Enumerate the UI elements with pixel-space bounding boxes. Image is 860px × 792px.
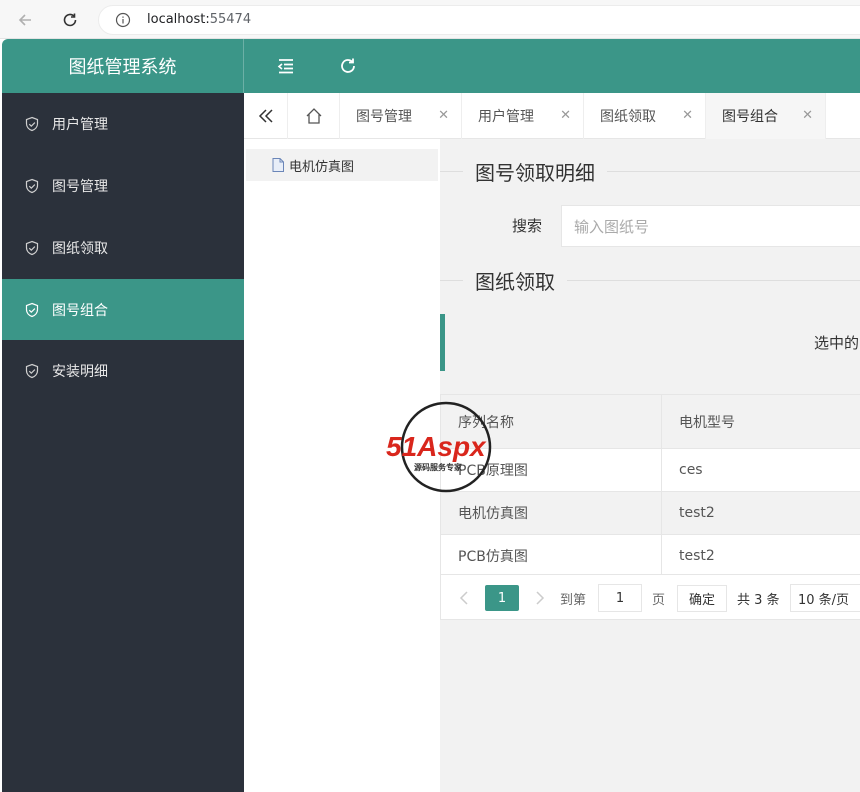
watermark-circle-icon: 51Aspx 源码服务专家	[386, 401, 492, 493]
table-cell: test2	[661, 491, 860, 535]
notice-box	[450, 314, 860, 371]
document-icon	[272, 158, 284, 172]
search-label: 搜索	[512, 217, 543, 235]
chevron-left-icon	[459, 591, 468, 605]
search-input[interactable]: 输入图纸号	[561, 205, 860, 247]
arrow-left-icon	[18, 14, 31, 26]
sidebar-item-label: 安装明细	[52, 363, 108, 380]
refresh-icon[interactable]	[338, 56, 358, 76]
tree-item[interactable]: 电机仿真图	[246, 149, 438, 181]
next-page-button[interactable]	[529, 585, 551, 611]
total-count: 共 3 条	[737, 592, 780, 608]
goto-label: 到第	[560, 592, 587, 608]
table-cell: PCB仿真图	[440, 534, 662, 578]
prev-page-button[interactable]	[453, 585, 475, 611]
back-button[interactable]	[13, 8, 37, 32]
close-icon[interactable]: ✕	[560, 108, 571, 123]
sidebar-item-install-detail[interactable]: 安装明细	[2, 340, 244, 401]
reload-button[interactable]	[58, 8, 82, 32]
home-tab[interactable]	[288, 93, 340, 139]
table-cell: test2	[661, 534, 860, 578]
tab-label: 图号组合	[722, 109, 778, 125]
shield-check-icon	[25, 240, 39, 255]
chevron-right-icon	[536, 591, 545, 605]
page-size-select[interactable]: 10 条/页	[790, 584, 860, 612]
sidebar: 用户管理 图号管理 图纸领取 图号组合 安装明细	[2, 93, 244, 792]
section-title-collect: 图纸领取	[463, 266, 567, 295]
sidebar-item-number-combo[interactable]: 图号组合	[2, 279, 244, 340]
pagination: 1 到第 1 页 确定 共 3 条 10 条/页	[440, 574, 860, 620]
url-text: localhost:55474	[147, 12, 252, 27]
shield-check-icon	[25, 116, 39, 131]
page-size-value: 10 条/页	[798, 592, 850, 608]
watermark-tagline: 源码服务专家	[414, 462, 463, 472]
tab-number-combo[interactable]: 图号组合 ✕	[706, 93, 826, 139]
tabs-scroll-left-button[interactable]	[244, 93, 288, 139]
tabs-bar: 图号管理 ✕ 用户管理 ✕ 图纸领取 ✕ 图号组合 ✕	[244, 93, 860, 139]
notice-text: 选中的	[814, 334, 860, 352]
shield-check-icon	[25, 302, 39, 317]
address-bar[interactable]: localhost:55474	[98, 5, 860, 35]
sidebar-item-drawing-collect[interactable]: 图纸领取	[2, 217, 244, 278]
sidebar-item-drawing-number[interactable]: 图号管理	[2, 155, 244, 216]
table-header-cell[interactable]: 电机型号	[661, 394, 860, 449]
app-header: 图纸管理系统	[2, 39, 860, 93]
tab-label: 图号管理	[356, 109, 412, 125]
home-icon	[306, 108, 321, 124]
watermark-logo: 51Aspx 源码服务专家	[384, 400, 514, 496]
sidebar-item-label: 图纸领取	[52, 240, 108, 257]
goto-confirm-button[interactable]: 确定	[677, 585, 727, 612]
tab-drawing-number[interactable]: 图号管理 ✕	[340, 93, 462, 139]
page-unit-label: 页	[652, 592, 666, 608]
double-chevron-left-icon	[258, 109, 273, 123]
table-row[interactable]: PCB仿真图 test2	[440, 534, 860, 578]
shield-check-icon	[25, 363, 39, 378]
shield-check-icon	[25, 178, 39, 193]
tab-label: 图纸领取	[600, 109, 656, 125]
app-title: 图纸管理系统	[2, 39, 244, 93]
sidebar-item-user-management[interactable]: 用户管理	[2, 93, 244, 154]
close-icon[interactable]: ✕	[682, 108, 693, 123]
search-placeholder: 输入图纸号	[574, 217, 650, 236]
notice-bar: 选中的	[440, 314, 860, 371]
table-cell: 电机仿真图	[440, 491, 662, 535]
tree-item-label: 电机仿真图	[289, 159, 355, 175]
table-row[interactable]: 电机仿真图 test2	[440, 491, 860, 535]
sidebar-item-label: 用户管理	[52, 116, 108, 133]
tab-drawing-collect[interactable]: 图纸领取 ✕	[584, 93, 706, 139]
section-title-detail: 图号领取明细	[463, 157, 607, 186]
sidebar-item-label: 图号组合	[52, 302, 108, 319]
collapse-menu-icon[interactable]	[276, 56, 296, 76]
browser-toolbar: localhost:55474	[0, 0, 860, 39]
goto-page-input[interactable]: 1	[598, 584, 642, 612]
tab-label: 用户管理	[478, 109, 534, 125]
current-page[interactable]: 1	[485, 585, 519, 611]
tab-user-management[interactable]: 用户管理 ✕	[462, 93, 584, 139]
close-icon[interactable]: ✕	[438, 108, 449, 123]
info-icon	[115, 12, 131, 28]
reload-icon	[63, 13, 77, 27]
close-icon[interactable]: ✕	[802, 108, 813, 123]
watermark-brand: 51Aspx	[386, 431, 487, 462]
sidebar-item-label: 图号管理	[52, 178, 108, 195]
table-cell: ces	[661, 448, 860, 492]
